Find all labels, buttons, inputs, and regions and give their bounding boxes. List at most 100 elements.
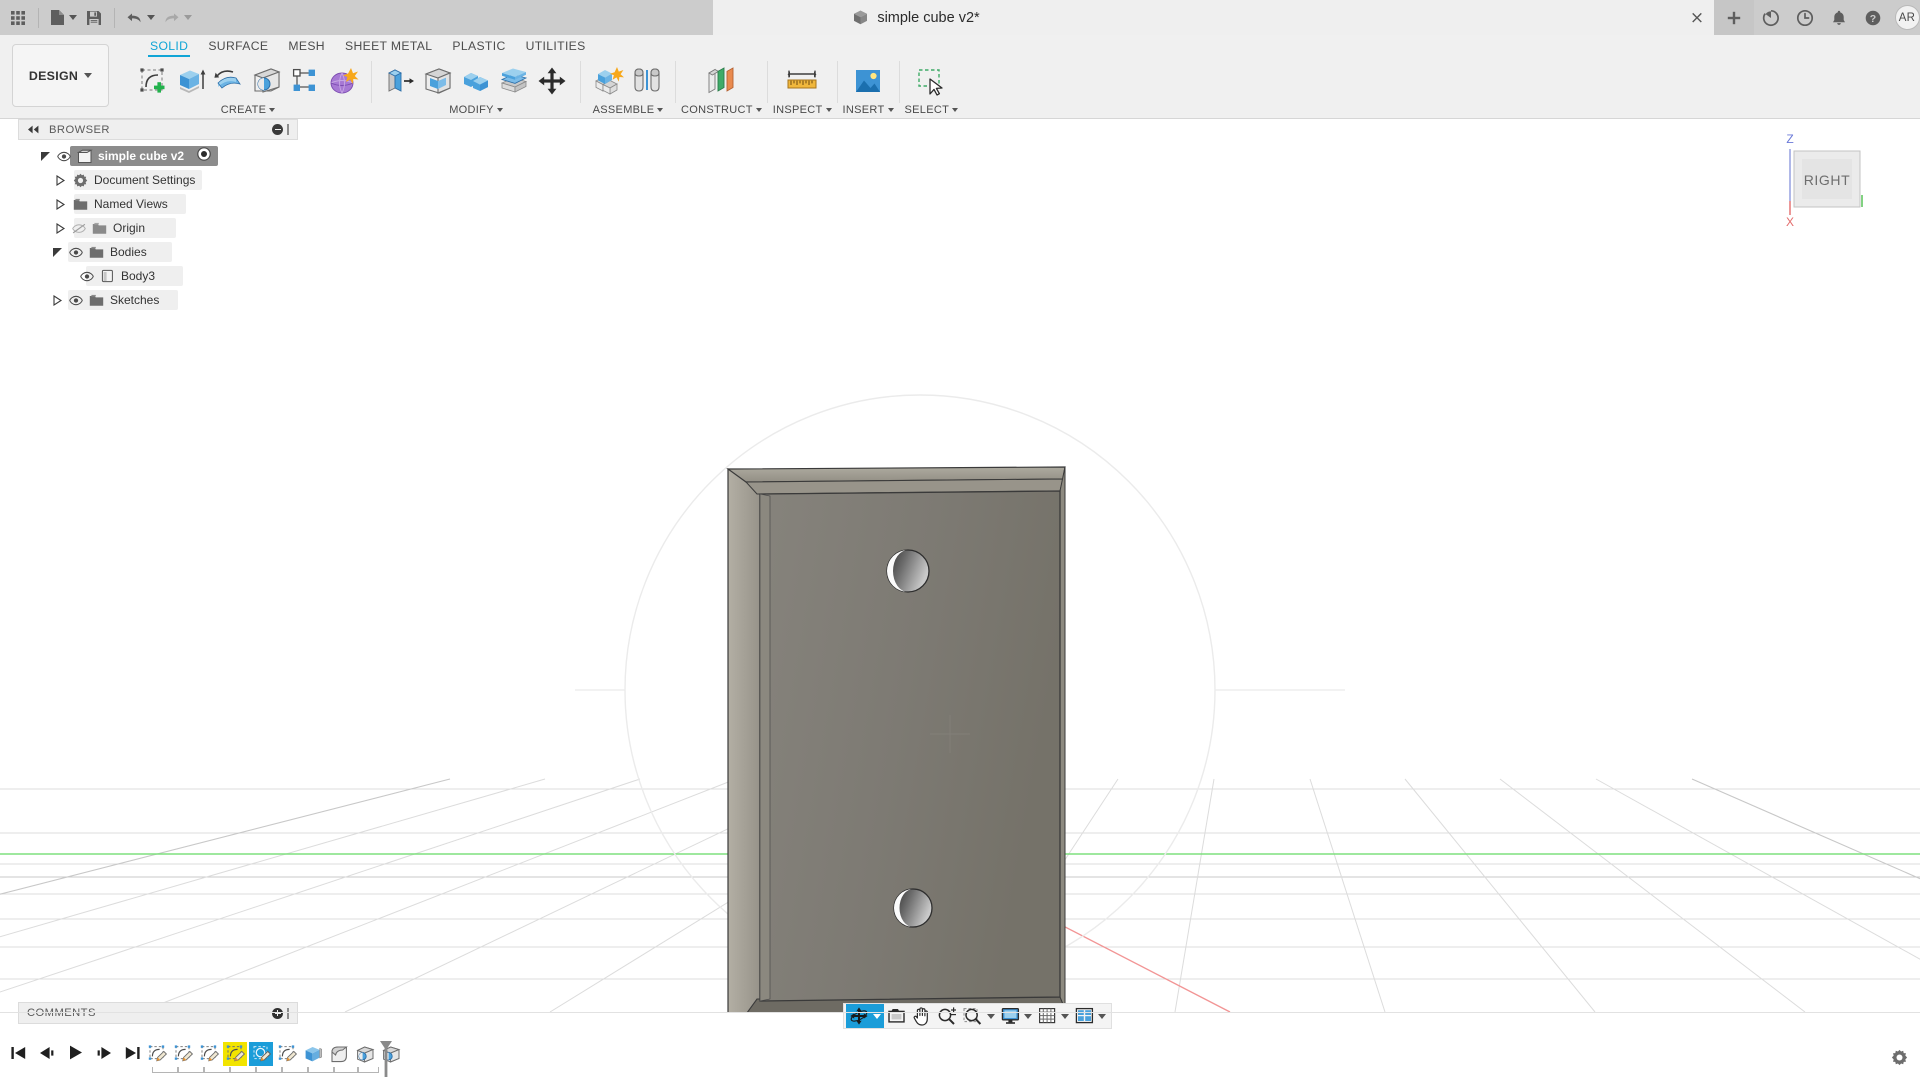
- visibility-eye-hidden-icon[interactable]: [72, 221, 86, 235]
- revolve-icon[interactable]: [210, 61, 248, 101]
- comments-resize-grip[interactable]: [287, 1007, 289, 1019]
- tab-mesh[interactable]: MESH: [278, 35, 335, 57]
- tree-item-named-views[interactable]: Named Views: [18, 192, 298, 216]
- grid-snaps[interactable]: [1035, 1004, 1072, 1028]
- clock-icon[interactable]: [1790, 3, 1820, 33]
- help-icon[interactable]: ?: [1858, 3, 1888, 33]
- panel-label-inspect[interactable]: INSPECT: [773, 103, 832, 117]
- visibility-eye-icon[interactable]: [69, 245, 83, 259]
- panel-label-construct[interactable]: CONSTRUCT: [681, 103, 762, 117]
- tree-item-origin[interactable]: Origin: [18, 216, 298, 240]
- play-button[interactable]: [67, 1044, 84, 1066]
- tab-surface[interactable]: SURFACE: [198, 35, 278, 57]
- offset-plane-icon[interactable]: [702, 61, 740, 101]
- joint-icon[interactable]: [628, 61, 666, 101]
- rectangular-pattern-icon[interactable]: [286, 61, 324, 101]
- zoom-window-chevron-down-icon[interactable]: [987, 1013, 995, 1019]
- timeline-sketch-feature[interactable]: [197, 1042, 221, 1066]
- expander-expanded-icon[interactable]: [38, 149, 52, 163]
- measure-icon[interactable]: [783, 61, 821, 101]
- pan-tool[interactable]: [909, 1004, 934, 1028]
- expander-collapsed-icon[interactable]: [53, 173, 67, 187]
- document-tab[interactable]: simple cube v2*: [713, 0, 1119, 35]
- expander-collapsed-icon[interactable]: [53, 197, 67, 211]
- viewport-layouts[interactable]: [1072, 1004, 1109, 1028]
- viewport-layouts-chevron-down-icon[interactable]: [1098, 1013, 1106, 1019]
- timeline-hole-feature[interactable]: [353, 1042, 377, 1066]
- tree-item-document-settings[interactable]: Document Settings: [18, 168, 298, 192]
- avatar[interactable]: AR: [1892, 3, 1920, 33]
- jump-end-button[interactable]: [124, 1045, 141, 1066]
- visibility-eye-icon[interactable]: [69, 293, 83, 307]
- file-chevron-down-icon[interactable]: [69, 15, 77, 20]
- undo-chevron-down-icon[interactable]: [147, 15, 155, 20]
- view-cube[interactable]: Z X RIGHT: [1762, 129, 1882, 229]
- new-component-icon[interactable]: [590, 61, 628, 101]
- combine-icon[interactable]: [457, 61, 495, 101]
- browser-resize-grip[interactable]: [287, 124, 289, 135]
- sync-icon[interactable]: [1756, 3, 1786, 33]
- panel-label-assemble[interactable]: ASSEMBLE: [593, 103, 664, 117]
- expander-collapsed-icon[interactable]: [50, 293, 64, 307]
- panel-label-select[interactable]: SELECT: [905, 103, 959, 117]
- tree-item-sketches[interactable]: Sketches: [18, 288, 298, 312]
- timeline-fillet-feature[interactable]: [327, 1042, 351, 1066]
- hole-icon[interactable]: [248, 61, 286, 101]
- look-at-tool[interactable]: [884, 1004, 909, 1028]
- browser-collapse-icon[interactable]: [27, 121, 40, 139]
- timeline-sketch-feature-highlighted[interactable]: [223, 1042, 247, 1066]
- panel-label-modify[interactable]: MODIFY: [449, 103, 503, 117]
- tree-item-body3[interactable]: Body3: [18, 264, 298, 288]
- jump-start-button[interactable]: [10, 1045, 27, 1066]
- insert-image-icon[interactable]: [849, 61, 887, 101]
- split-face-icon[interactable]: [495, 61, 533, 101]
- press-pull-icon[interactable]: [381, 61, 419, 101]
- panel-label-create[interactable]: CREATE: [221, 103, 276, 117]
- workspace-selector[interactable]: DESIGN: [12, 44, 109, 107]
- tab-sheet-metal[interactable]: SHEET METAL: [335, 35, 442, 57]
- timeline-sketch-feature-selected[interactable]: [249, 1042, 273, 1066]
- tree-item-simple-cube-v2[interactable]: simple cube v2: [18, 144, 298, 168]
- timeline-settings-gear-icon[interactable]: [1891, 1049, 1908, 1071]
- undo-icon[interactable]: [123, 3, 158, 33]
- visibility-eye-icon[interactable]: [80, 269, 94, 283]
- timeline-sketch-feature[interactable]: [275, 1042, 299, 1066]
- tab-utilities[interactable]: UTILITIES: [516, 35, 596, 57]
- timeline-playhead-marker[interactable]: [378, 1041, 394, 1080]
- add-comment-icon[interactable]: [272, 1007, 283, 1019]
- timeline-sketch-feature[interactable]: [171, 1042, 195, 1066]
- activate-component-radio[interactable]: [197, 146, 211, 166]
- move-copy-icon[interactable]: [533, 61, 571, 101]
- display-settings[interactable]: [998, 1004, 1035, 1028]
- create-sketch-icon[interactable]: [134, 61, 172, 101]
- comments-panel-header[interactable]: COMMENTS: [18, 1002, 298, 1024]
- step-back-button[interactable]: [38, 1045, 56, 1066]
- panel-label-insert[interactable]: INSERT: [843, 103, 894, 117]
- shell-icon[interactable]: [419, 61, 457, 101]
- display-settings-chevron-down-icon[interactable]: [1024, 1013, 1032, 1019]
- orbit-chevron-down-icon[interactable]: [873, 1013, 881, 1019]
- zoom-tool[interactable]: [934, 1004, 960, 1028]
- tree-item-bodies[interactable]: Bodies: [18, 240, 298, 264]
- zoom-window-tool[interactable]: [960, 1004, 998, 1028]
- timeline-extrude-feature[interactable]: [301, 1042, 325, 1066]
- extrude-icon[interactable]: [172, 61, 210, 101]
- expander-expanded-icon[interactable]: [50, 245, 64, 259]
- grid-snaps-chevron-down-icon[interactable]: [1061, 1013, 1069, 1019]
- tab-solid[interactable]: SOLID: [140, 35, 198, 57]
- timeline-sketch-feature[interactable]: [145, 1042, 169, 1066]
- select-window-icon[interactable]: [912, 61, 950, 101]
- step-forward-button[interactable]: [95, 1045, 113, 1066]
- orbit-tool[interactable]: [846, 1004, 884, 1028]
- browser-collapse-all-icon[interactable]: [272, 124, 283, 135]
- close-tab-button[interactable]: ×: [1680, 0, 1714, 35]
- tab-plastic[interactable]: PLASTIC: [442, 35, 515, 57]
- redo-icon[interactable]: [160, 3, 195, 33]
- save-icon[interactable]: [82, 3, 106, 33]
- bell-icon[interactable]: [1824, 3, 1854, 33]
- new-tab-button[interactable]: [1714, 0, 1754, 35]
- app-grid-icon[interactable]: [6, 3, 30, 33]
- visibility-eye-icon[interactable]: [57, 149, 71, 163]
- expander-collapsed-icon[interactable]: [53, 221, 67, 235]
- file-icon[interactable]: [47, 3, 80, 33]
